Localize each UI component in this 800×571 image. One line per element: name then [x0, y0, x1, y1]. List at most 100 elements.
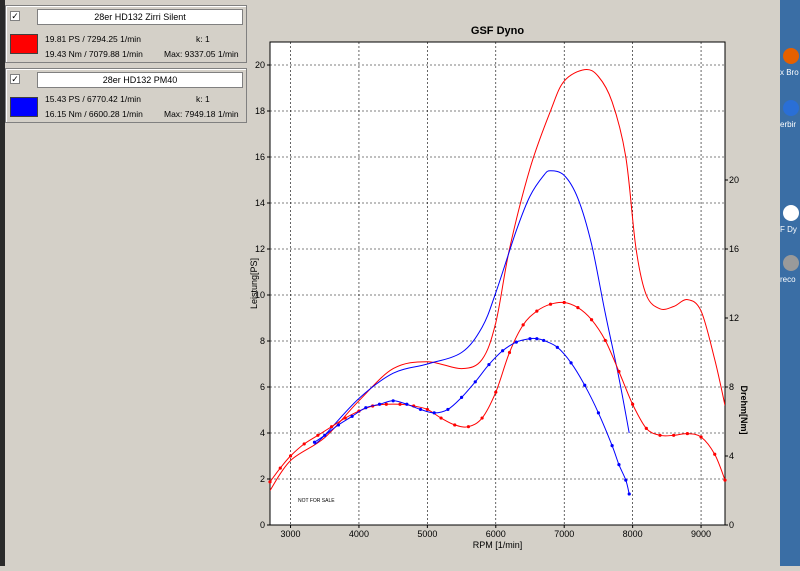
x-tick-label: 7000 — [554, 529, 574, 539]
x-tick-label: 3000 — [281, 529, 301, 539]
torque-point — [631, 402, 635, 406]
y-tick-label: 12 — [255, 244, 265, 254]
torque-point — [542, 338, 546, 343]
torque-point — [535, 309, 539, 313]
torque-point — [312, 440, 317, 444]
y-tick-label: 16 — [255, 152, 265, 162]
torque-point — [713, 452, 717, 456]
desktop-icon-label: x Bro — [780, 68, 799, 77]
y-axis-label: Leistung[PS] — [249, 258, 259, 309]
torque-point — [624, 478, 628, 482]
torque-point — [473, 380, 477, 384]
torque-point — [535, 337, 539, 341]
y2-axis-label: Drehm[Nm] — [739, 385, 749, 434]
k-factor-text: k: 1 — [196, 34, 210, 44]
torque-point — [446, 407, 450, 412]
torque-point — [494, 390, 498, 394]
torque-point — [459, 395, 464, 399]
torque-point — [439, 416, 443, 420]
torque-point — [627, 492, 631, 496]
torque-point — [329, 425, 334, 429]
torque-point — [432, 411, 436, 415]
torque-point — [569, 361, 573, 365]
visibility-checkbox[interactable]: ✓ — [10, 11, 20, 21]
torque-point — [723, 478, 727, 482]
legend-name-field[interactable]: 28er HD132 PM40 — [37, 72, 243, 88]
torque-point — [562, 300, 566, 305]
x-tick-label: 4000 — [349, 529, 369, 539]
max-rpm-text: Max: 7949.18 1/min — [164, 109, 239, 119]
y2-tick-label: 4 — [729, 451, 734, 461]
torque-point — [480, 416, 484, 420]
torque-point — [548, 302, 553, 306]
max-rpm-text: Max: 9337.05 1/min — [164, 49, 239, 59]
torque-point — [596, 411, 601, 415]
visibility-checkbox[interactable]: ✓ — [10, 74, 20, 84]
torque-point — [391, 399, 395, 403]
y-tick-label: 0 — [260, 520, 265, 530]
torque-point — [528, 337, 532, 341]
torque-point — [658, 433, 662, 437]
y-tick-label: 14 — [255, 198, 265, 208]
x-axis-label: RPM [1/min] — [473, 540, 523, 550]
firefox-icon[interactable] — [783, 48, 799, 64]
torque-point — [405, 402, 409, 406]
torque-point — [302, 442, 306, 446]
legend-name-field[interactable]: 28er HD132 Zirri Silent — [37, 9, 243, 25]
desktop-icon-label: reco — [780, 275, 796, 284]
torque-point — [589, 318, 594, 322]
torque-point — [453, 423, 457, 427]
torque-point — [343, 416, 347, 420]
y-tick-label: 2 — [260, 474, 265, 484]
torque-point — [555, 345, 559, 349]
torque-point — [672, 433, 676, 437]
y2-tick-label: 8 — [729, 382, 734, 392]
desktop-icon-label: erbir — [780, 120, 797, 129]
y2-tick-label: 20 — [729, 175, 739, 185]
torque-point — [610, 444, 614, 448]
desktop-icon-label: F Dy — [780, 225, 797, 234]
x-tick-label: 8000 — [623, 529, 643, 539]
legend-entry-zirri-silent[interactable]: ✓ 28er HD132 Zirri Silent 19.81 PS / 729… — [5, 5, 247, 63]
torque-point — [316, 433, 320, 437]
torque-point — [576, 306, 580, 310]
torque-point — [617, 463, 621, 467]
color-swatch[interactable] — [10, 97, 38, 117]
torque-point — [507, 350, 512, 355]
chart-panel: 3000 4000 5000 6000 7000 8000 9000 0 2 4 6 8 10 12 14 1… — [247, 0, 780, 566]
speaker-icon[interactable] — [783, 255, 799, 271]
torque-point — [350, 414, 354, 418]
dyno-app-icon[interactable] — [783, 205, 799, 221]
torque-point — [617, 369, 621, 374]
dyno-chart: 3000 4000 5000 6000 7000 8000 9000 0 2 4 6 8 10 12 14 1… — [247, 0, 780, 571]
plot-area — [269, 41, 726, 526]
torque-point — [398, 402, 402, 406]
power-peak-text: 19.81 PS / 7294.25 1/min — [45, 34, 141, 44]
torque-point — [644, 426, 648, 430]
color-swatch[interactable] — [10, 34, 38, 54]
torque-point — [521, 323, 525, 327]
torque-point — [364, 406, 368, 410]
torque-peak-text: 19.43 Nm / 7079.88 1/min — [45, 49, 143, 59]
watermark-text: NOT FOR SALE — [298, 498, 335, 504]
torque-point — [377, 402, 382, 406]
torque-point — [278, 466, 282, 470]
power-peak-text: 15.43 PS / 6770.42 1/min — [45, 94, 141, 104]
torque-point — [514, 340, 518, 344]
torque-point — [487, 362, 491, 367]
torque-point — [288, 454, 293, 458]
torque-point — [268, 480, 272, 484]
legend-entry-pm40[interactable]: ✓ 28er HD132 PM40 15.43 PS / 6770.42 1/m… — [5, 68, 247, 123]
y2-tick-label: 12 — [729, 313, 739, 323]
torque-point — [603, 338, 607, 343]
torque-point — [501, 349, 505, 353]
y-tick-label: 8 — [260, 336, 265, 346]
torque-point — [323, 433, 327, 437]
torque-point — [685, 431, 689, 436]
torque-point — [466, 425, 471, 429]
y2-tick-label: 0 — [729, 520, 734, 530]
thunderbird-icon[interactable] — [783, 100, 799, 116]
torque-peak-text: 16.15 Nm / 6600.28 1/min — [45, 109, 143, 119]
y-tick-label: 20 — [255, 60, 265, 70]
torque-point — [425, 407, 429, 412]
